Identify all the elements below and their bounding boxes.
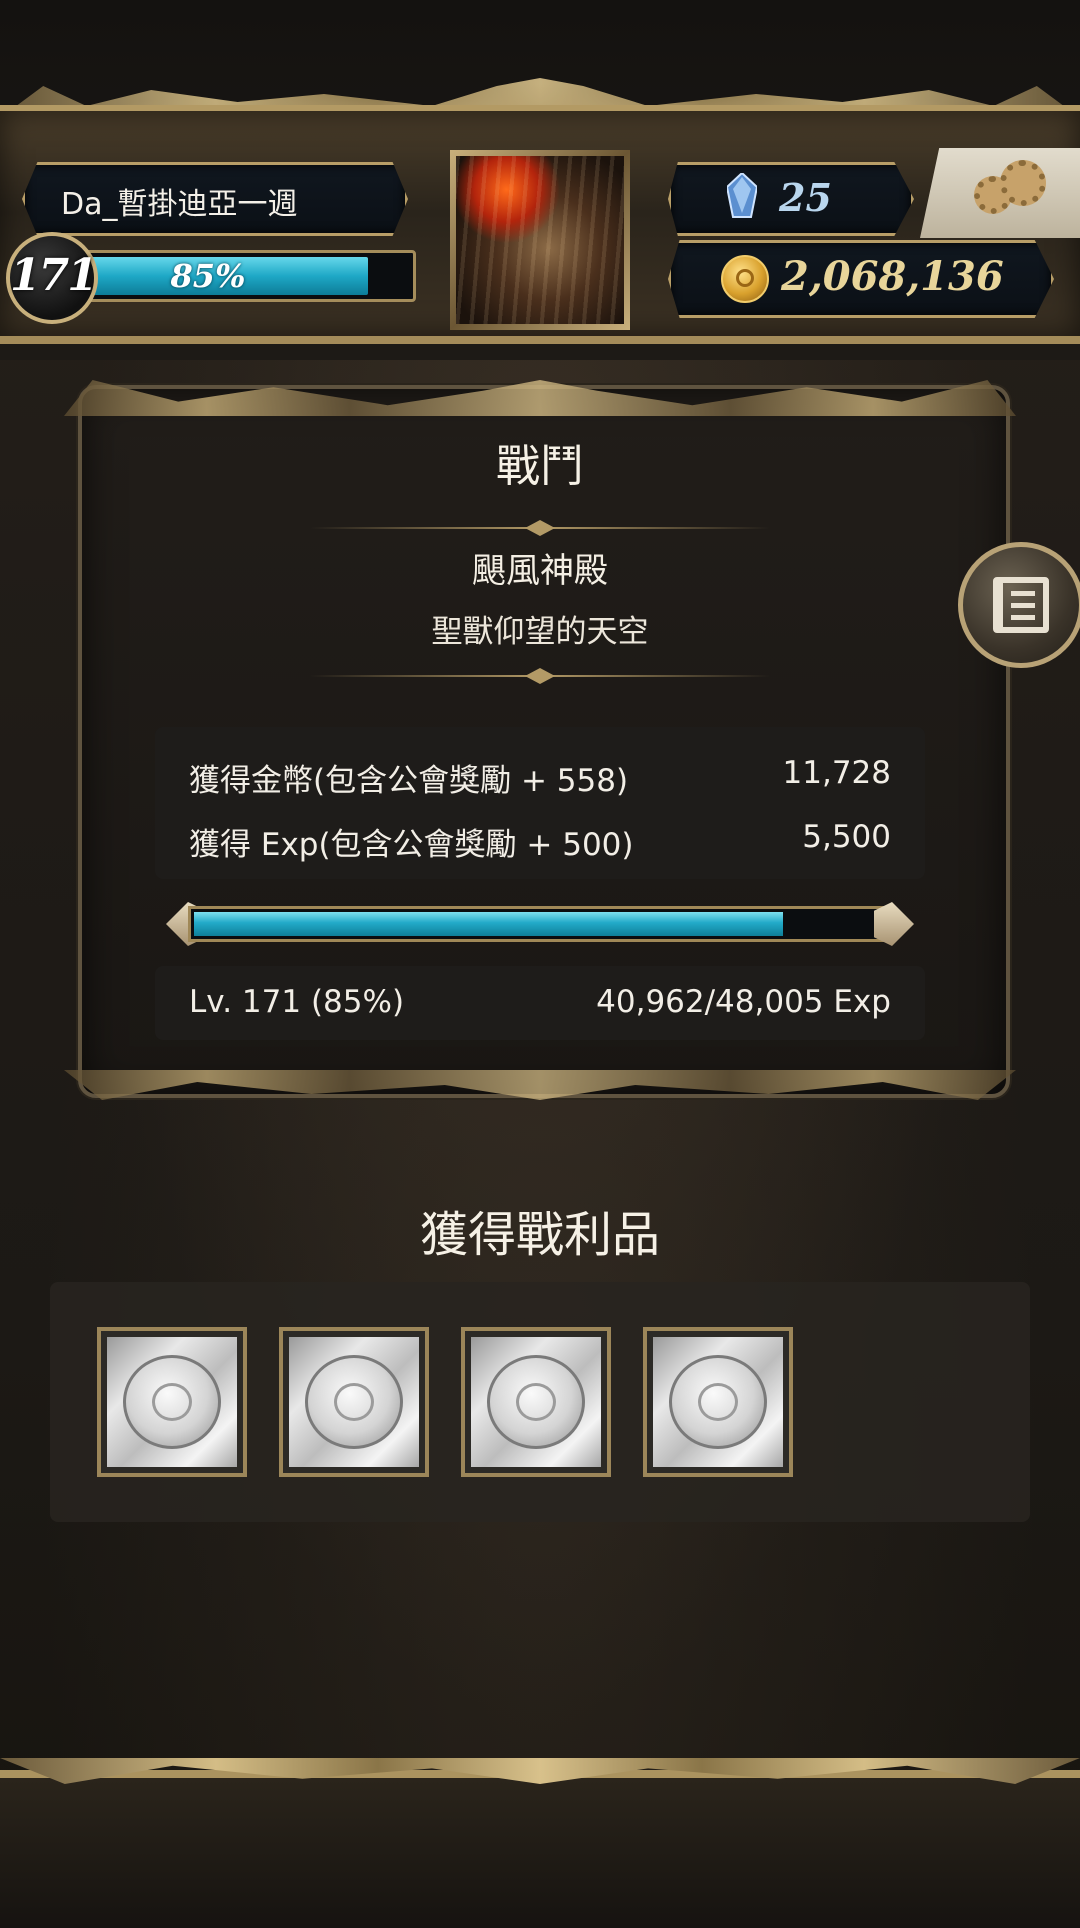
gear-icon bbox=[1000, 160, 1046, 206]
stage-name: 颶風神殿 bbox=[472, 551, 608, 591]
divider bbox=[310, 675, 770, 677]
player-name-plate[interactable]: Da_暫掛迪亞一週 bbox=[22, 162, 408, 236]
level-progress-track bbox=[188, 906, 892, 942]
divider bbox=[310, 527, 770, 529]
player-exp-bar: 85% bbox=[80, 250, 416, 302]
medal-icon bbox=[123, 1355, 221, 1449]
footer-frame bbox=[0, 1770, 1080, 1928]
reward-summary: 獲得金幣(包含公會獎勵 + 558) 11,728 獲得 Exp(包含公會獎勵 … bbox=[155, 727, 925, 879]
leader-portrait[interactable] bbox=[450, 150, 630, 330]
gem-count: 25 bbox=[779, 175, 832, 220]
loot-item-image bbox=[107, 1337, 237, 1467]
exp-reward-label: 獲得 Exp(包含公會獎勵 + 500) bbox=[189, 827, 634, 863]
level-progress-bar bbox=[166, 900, 914, 950]
player-name: Da_暫掛迪亞一週 bbox=[61, 187, 298, 222]
log-button[interactable] bbox=[958, 542, 1080, 668]
loot-item[interactable] bbox=[461, 1327, 611, 1477]
loot-title: 獲得戰利品 bbox=[419, 1207, 660, 1263]
gold-coin-icon bbox=[721, 255, 769, 303]
stage-subtitle: 聖獸仰望的天空 bbox=[431, 614, 649, 650]
document-icon bbox=[993, 577, 1049, 633]
gold-reward-value: 11,728 bbox=[782, 755, 891, 791]
medal-icon bbox=[305, 1355, 403, 1449]
settings-button[interactable] bbox=[920, 148, 1080, 238]
loot-item-image bbox=[653, 1337, 783, 1467]
level-exp: 40,962/48,005 Exp bbox=[596, 984, 891, 1020]
gem-counter[interactable]: 25 bbox=[668, 162, 914, 236]
gold-reward-label: 獲得金幣(包含公會獎勵 + 558) bbox=[189, 763, 629, 799]
level-label: Lv. 171 (85%) bbox=[189, 984, 405, 1020]
gold-count: 2,068,136 bbox=[781, 253, 1004, 300]
leader-portrait-image bbox=[456, 156, 624, 324]
loot-item[interactable] bbox=[643, 1327, 793, 1477]
bar-cap-right bbox=[874, 902, 914, 946]
level-progress-fill bbox=[194, 912, 784, 936]
player-exp-percent: 85% bbox=[170, 257, 246, 295]
medal-icon bbox=[487, 1355, 585, 1449]
player-level: 171 bbox=[10, 250, 98, 301]
gold-counter[interactable]: 2,068,136 bbox=[668, 240, 1054, 318]
loot-item[interactable] bbox=[97, 1327, 247, 1477]
gem-icon bbox=[727, 173, 757, 218]
loot-item-image bbox=[289, 1337, 419, 1467]
exp-reward-value: 5,500 bbox=[802, 819, 891, 855]
loot-item-image bbox=[471, 1337, 601, 1467]
panel-title: 戰鬥 bbox=[496, 441, 584, 492]
level-info: Lv. 171 (85%) 40,962/48,005 Exp bbox=[155, 966, 925, 1040]
medal-icon bbox=[669, 1355, 767, 1449]
loot-item[interactable] bbox=[279, 1327, 429, 1477]
player-level-badge: 171 bbox=[6, 232, 98, 324]
